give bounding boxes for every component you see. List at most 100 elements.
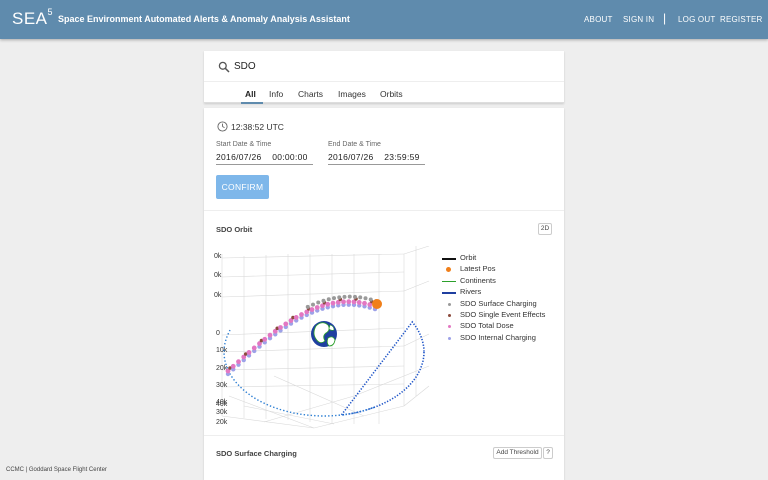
gridline bbox=[221, 271, 405, 278]
search-input[interactable]: SDO bbox=[234, 61, 256, 72]
gridline bbox=[273, 375, 365, 417]
add-threshold-button[interactable]: Add Threshold bbox=[493, 447, 542, 459]
legend-label: Orbit bbox=[460, 253, 477, 262]
total-dose-marker bbox=[246, 350, 252, 355]
search-card: SDO All Info Charts Images Orbits bbox=[204, 51, 564, 104]
axis-tick-label: 20k bbox=[216, 419, 228, 426]
surface-charging-title: SDO Surface Charging bbox=[216, 449, 297, 458]
total-dose-marker bbox=[251, 345, 257, 351]
divider bbox=[204, 210, 564, 211]
legend-swatch bbox=[442, 280, 456, 283]
legend-item[interactable]: Orbit bbox=[440, 253, 545, 264]
legend-label: SDO Total Dose bbox=[460, 321, 514, 331]
gridline bbox=[221, 290, 405, 298]
surface-charging-marker bbox=[353, 294, 357, 299]
gridline bbox=[221, 253, 405, 259]
app-logo[interactable]: SEA5 bbox=[12, 7, 53, 29]
total-dose-marker bbox=[330, 300, 336, 306]
total-dose-marker bbox=[325, 301, 331, 307]
gridline bbox=[313, 405, 405, 429]
total-dose-marker bbox=[262, 336, 268, 342]
legend-item[interactable]: Latest Pos bbox=[440, 264, 545, 275]
legend-item[interactable]: Rivers bbox=[440, 287, 545, 298]
tab-info[interactable]: Info bbox=[269, 89, 283, 99]
axis-tick-label: 40k bbox=[216, 401, 228, 408]
y-axis-ticks: 0k 0k 0k 0 10k 20k 30k 40k 40k 30k 20k bbox=[214, 253, 228, 426]
current-time: 12:38:52 UTC bbox=[231, 122, 284, 132]
surface-charging-marker bbox=[311, 302, 315, 307]
help-button[interactable]: ? bbox=[543, 447, 553, 459]
result-tabs: All Info Charts Images Orbits bbox=[204, 81, 564, 104]
clock-icon bbox=[217, 121, 228, 132]
tab-orbits[interactable]: Orbits bbox=[380, 89, 403, 99]
gridline bbox=[403, 246, 430, 255]
legend-swatch bbox=[448, 336, 451, 340]
orbit-section-title: SDO Orbit bbox=[216, 225, 253, 234]
tab-images[interactable]: Images bbox=[338, 89, 366, 99]
tab-all[interactable]: All bbox=[245, 89, 256, 99]
nav-sign-in-link[interactable]: SIGN IN bbox=[623, 15, 654, 24]
surface-charging-marker bbox=[347, 294, 352, 299]
app-title: Space Environment Automated Alerts & Ano… bbox=[58, 14, 350, 24]
legend-swatch bbox=[442, 258, 456, 260]
gridline bbox=[403, 280, 430, 292]
gridline bbox=[228, 395, 315, 429]
gridline bbox=[403, 333, 430, 347]
start-datetime-input[interactable]: 2016/07/26 00:00:00 bbox=[216, 152, 313, 165]
end-datetime-input[interactable]: 2016/07/26 23:59:59 bbox=[328, 152, 425, 165]
tab-charts[interactable]: Charts bbox=[298, 89, 323, 99]
divider bbox=[204, 435, 564, 436]
total-dose-marker bbox=[283, 321, 289, 327]
legend-label: Rivers bbox=[460, 287, 482, 297]
total-dose-marker bbox=[341, 299, 346, 305]
legend-swatch bbox=[448, 325, 451, 329]
legend-swatch bbox=[448, 313, 451, 317]
start-datetime-label: Start Date & Time bbox=[216, 141, 272, 148]
gridline bbox=[403, 385, 430, 407]
total-dose-marker bbox=[346, 299, 352, 305]
surface-charging-marker bbox=[321, 298, 326, 303]
axis-tick-label: 0k bbox=[214, 253, 222, 260]
orbit-segment bbox=[223, 329, 375, 417]
axis-tick-label: 0 bbox=[216, 330, 220, 337]
gridline bbox=[221, 415, 315, 429]
surface-charging-marker bbox=[363, 296, 368, 301]
end-datetime-label: End Date & Time bbox=[328, 141, 381, 148]
confirm-button[interactable]: CONFIRM bbox=[216, 175, 269, 199]
earth-continent bbox=[326, 336, 336, 347]
total-dose-marker bbox=[356, 300, 362, 305]
legend-item[interactable]: SDO Total Dose bbox=[440, 321, 545, 332]
surface-charging-marker bbox=[358, 295, 363, 300]
nav-separator: | bbox=[663, 11, 667, 25]
surface-charging-marker bbox=[337, 295, 342, 300]
legend-swatch bbox=[446, 267, 451, 273]
legend-swatch bbox=[448, 302, 451, 306]
nav-register-link[interactable]: REGISTER bbox=[720, 15, 763, 24]
axis-tick-label: 30k bbox=[216, 382, 228, 389]
legend-item[interactable]: SDO Internal Charging bbox=[440, 333, 545, 344]
surface-charging-marker bbox=[305, 304, 310, 309]
legend-label: SDO Single Event Effects bbox=[460, 309, 546, 319]
orbit-path-dashed bbox=[223, 329, 375, 417]
nav-about-link[interactable]: ABOUT bbox=[584, 15, 613, 24]
surface-charging-marker bbox=[316, 300, 321, 305]
total-dose-marker bbox=[230, 363, 236, 369]
total-dose-marker bbox=[362, 300, 367, 306]
legend-item[interactable]: SDO Single Event Effects bbox=[440, 310, 545, 321]
nav-log-out-link[interactable]: LOG OUT bbox=[678, 15, 715, 24]
toggle-2d-button[interactable]: 2D bbox=[538, 223, 552, 235]
gridline bbox=[221, 383, 405, 388]
gridline bbox=[243, 405, 335, 425]
results-card: 12:38:52 UTC Start Date & Time 2016/07/2… bbox=[204, 108, 564, 480]
axis-tick-label: 0k bbox=[214, 292, 222, 299]
surface-charging-marker bbox=[368, 297, 373, 302]
legend-label: Latest Pos bbox=[460, 264, 496, 274]
earth-globe bbox=[311, 321, 337, 347]
orbit-markers bbox=[225, 294, 378, 377]
legend-item[interactable]: SDO Surface Charging bbox=[440, 299, 545, 310]
footer-credit: CCMC | Goddard Space Flight Center bbox=[6, 467, 107, 473]
total-dose-marker bbox=[314, 305, 320, 310]
surface-charging-marker bbox=[332, 296, 336, 301]
legend-item[interactable]: Continents bbox=[440, 276, 545, 287]
search-icon[interactable] bbox=[218, 61, 230, 73]
